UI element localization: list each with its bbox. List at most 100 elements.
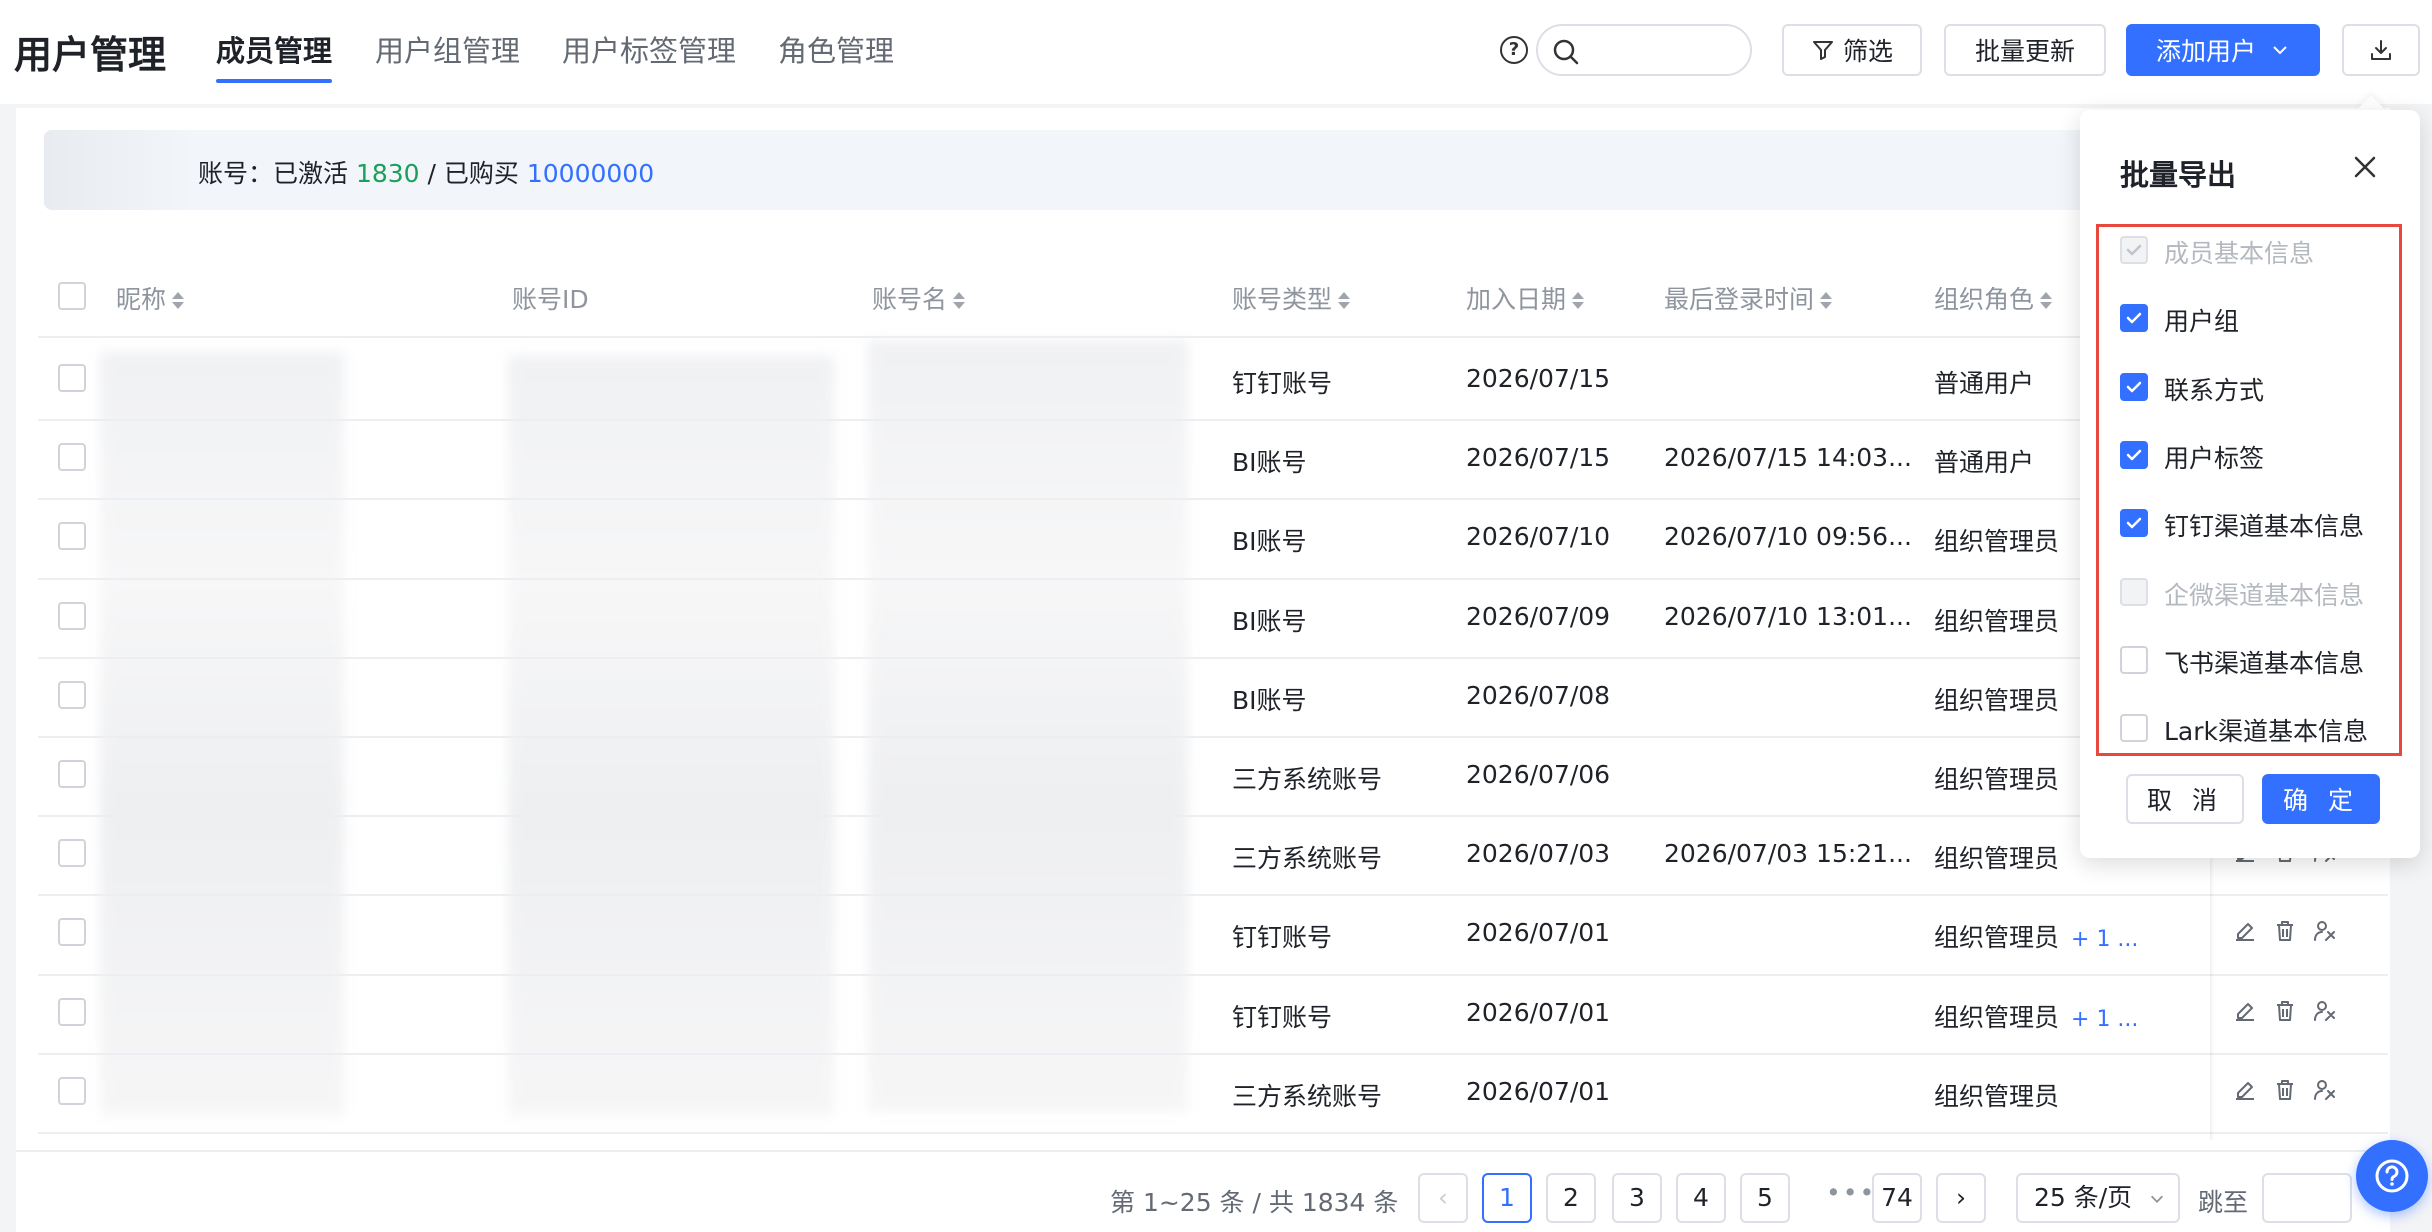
- column-header-account-name[interactable]: 账号名: [872, 280, 966, 316]
- search-icon: [1553, 39, 1579, 65]
- sort-icon[interactable]: [953, 290, 966, 312]
- row-checkbox[interactable]: [58, 601, 86, 630]
- last-page-button[interactable]: 74: [1872, 1173, 1922, 1223]
- row-checkbox[interactable]: [58, 680, 86, 709]
- page-1-button[interactable]: 1: [1482, 1173, 1532, 1223]
- edit-icon[interactable]: [2232, 918, 2258, 944]
- column-header-nickname[interactable]: 昵称: [116, 280, 185, 316]
- add-user-button[interactable]: 添加用户: [2126, 24, 2320, 76]
- activated-count: 1830: [355, 159, 420, 188]
- row-checkbox[interactable]: [58, 839, 86, 868]
- tab-role-management[interactable]: 角色管理: [778, 28, 894, 70]
- sort-icon[interactable]: [2040, 290, 2053, 312]
- next-page-button[interactable]: ›: [1936, 1173, 1986, 1223]
- select-all-checkbox[interactable]: [58, 282, 86, 310]
- export-option-checkbox[interactable]: [2120, 714, 2148, 743]
- export-option-label[interactable]: 用户标签: [2164, 439, 2264, 475]
- page-3-button[interactable]: 3: [1612, 1173, 1662, 1223]
- export-option-label[interactable]: 飞书渠道基本信息: [2164, 644, 2364, 680]
- sort-icon[interactable]: [172, 290, 185, 312]
- jump-to-input[interactable]: [2262, 1173, 2352, 1223]
- edit-icon[interactable]: [2232, 1077, 2258, 1103]
- sort-icon[interactable]: [1338, 290, 1351, 312]
- column-header-last-login[interactable]: 最后登录时间: [1664, 280, 1833, 316]
- edit-icon[interactable]: [2232, 998, 2258, 1024]
- account-info-separator: / 已购买: [419, 159, 527, 188]
- export-option-checkbox: [2120, 577, 2148, 606]
- row-checkbox[interactable]: [58, 522, 86, 551]
- download-icon: [2371, 40, 2391, 60]
- column-header-join-date[interactable]: 加入日期: [1466, 280, 1585, 316]
- row-checkbox[interactable]: [58, 918, 86, 947]
- role-name: 普通用户: [1934, 369, 2035, 398]
- role-name: 普通用户: [1934, 448, 2035, 478]
- role-name: 组织管理员: [1934, 685, 2060, 715]
- row-checkbox[interactable]: [58, 760, 86, 788]
- prev-page-button[interactable]: ‹: [1418, 1173, 1468, 1223]
- role-name: 组织管理员: [1934, 527, 2060, 557]
- cell-last-login: 2026/07/10 13:01...: [1664, 601, 1912, 631]
- delete-icon[interactable]: [2272, 918, 2298, 944]
- export-option-checkbox[interactable]: [2120, 645, 2148, 674]
- filter-icon: [1812, 41, 1833, 60]
- row-divider: [38, 1132, 2388, 1134]
- column-header-account-type[interactable]: 账号类型: [1232, 280, 1351, 316]
- page-4-button[interactable]: 4: [1676, 1173, 1726, 1223]
- cell-account-type: 钉钉账号: [1232, 923, 1333, 953]
- export-option-checkbox[interactable]: [2120, 440, 2148, 469]
- tab-user-group-management[interactable]: 用户组管理: [375, 28, 520, 70]
- cell-last-login: 2026/07/03 15:21...: [1664, 839, 1912, 869]
- main-panel: [16, 108, 2390, 1232]
- export-option-label[interactable]: 用户组: [2164, 302, 2239, 338]
- row-checkbox[interactable]: [58, 1076, 86, 1105]
- purchased-count: 10000000: [526, 159, 655, 188]
- column-header-account-id: 账号ID: [512, 285, 589, 314]
- export-option-label[interactable]: 联系方式: [2164, 371, 2264, 407]
- role-name: 组织管理员: [1934, 1081, 2060, 1111]
- cell-join-date: 2026/07/15: [1466, 443, 1611, 473]
- row-checkbox[interactable]: [58, 997, 86, 1026]
- user-permission-icon[interactable]: [2312, 1077, 2338, 1103]
- row-divider: [38, 815, 2388, 818]
- search-input[interactable]: [1536, 24, 1752, 76]
- confirm-button[interactable]: 确 定: [2262, 774, 2380, 824]
- pagination-ellipsis[interactable]: •••: [1826, 1178, 1876, 1207]
- export-option-label: 企微渠道基本信息: [2164, 580, 2365, 610]
- batch-update-button[interactable]: 批量更新: [1944, 24, 2106, 76]
- delete-icon[interactable]: [2272, 1077, 2298, 1103]
- export-option-checkbox[interactable]: [2120, 372, 2148, 401]
- export-option-label[interactable]: Lark渠道基本信息: [2164, 712, 2368, 748]
- export-button[interactable]: [2342, 24, 2420, 76]
- export-option-checkbox[interactable]: [2120, 304, 2148, 333]
- cell-account-type: 三方系统账号: [1232, 765, 1383, 794]
- sort-icon[interactable]: [1820, 290, 1833, 312]
- cell-org-role: 组织管理员: [1934, 839, 2059, 875]
- tab-member-management[interactable]: 成员管理: [216, 28, 332, 70]
- floating-help-button[interactable]: [2356, 1140, 2428, 1212]
- active-tab-indicator: [216, 79, 332, 83]
- cancel-button[interactable]: 取 消: [2126, 774, 2244, 824]
- delete-icon[interactable]: [2272, 998, 2298, 1024]
- row-divider: [38, 498, 2388, 501]
- export-option-checkbox[interactable]: [2120, 509, 2148, 538]
- user-permission-icon[interactable]: [2312, 918, 2338, 944]
- pagination-summary: 第 1~25 条 / 共 1834 条: [1110, 1188, 1399, 1217]
- page-2-button[interactable]: 2: [1546, 1173, 1596, 1223]
- row-checkbox[interactable]: [58, 364, 86, 392]
- page-size-select[interactable]: 25 条/页: [2016, 1173, 2180, 1223]
- cell-account-type: BI账号: [1232, 606, 1307, 636]
- help-icon[interactable]: ?: [1500, 36, 1528, 64]
- filter-button[interactable]: 筛选: [1782, 24, 1922, 76]
- sort-icon[interactable]: [1572, 290, 1585, 312]
- tab-user-tag-management[interactable]: 用户标签管理: [562, 28, 736, 70]
- column-header-org-role[interactable]: 组织角色: [1934, 280, 2053, 316]
- more-roles-link[interactable]: + 1 ...: [2071, 1007, 2138, 1032]
- export-option-label[interactable]: 钉钉渠道基本信息: [2164, 507, 2364, 543]
- close-icon[interactable]: [2352, 154, 2378, 180]
- user-permission-icon[interactable]: [2312, 998, 2338, 1024]
- more-roles-link[interactable]: + 1 ...: [2071, 927, 2138, 952]
- page-5-button[interactable]: 5: [1740, 1173, 1790, 1223]
- row-checkbox[interactable]: [58, 443, 86, 472]
- export-option-label: 成员基本信息: [2164, 239, 2315, 268]
- row-divider: [38, 736, 2388, 738]
